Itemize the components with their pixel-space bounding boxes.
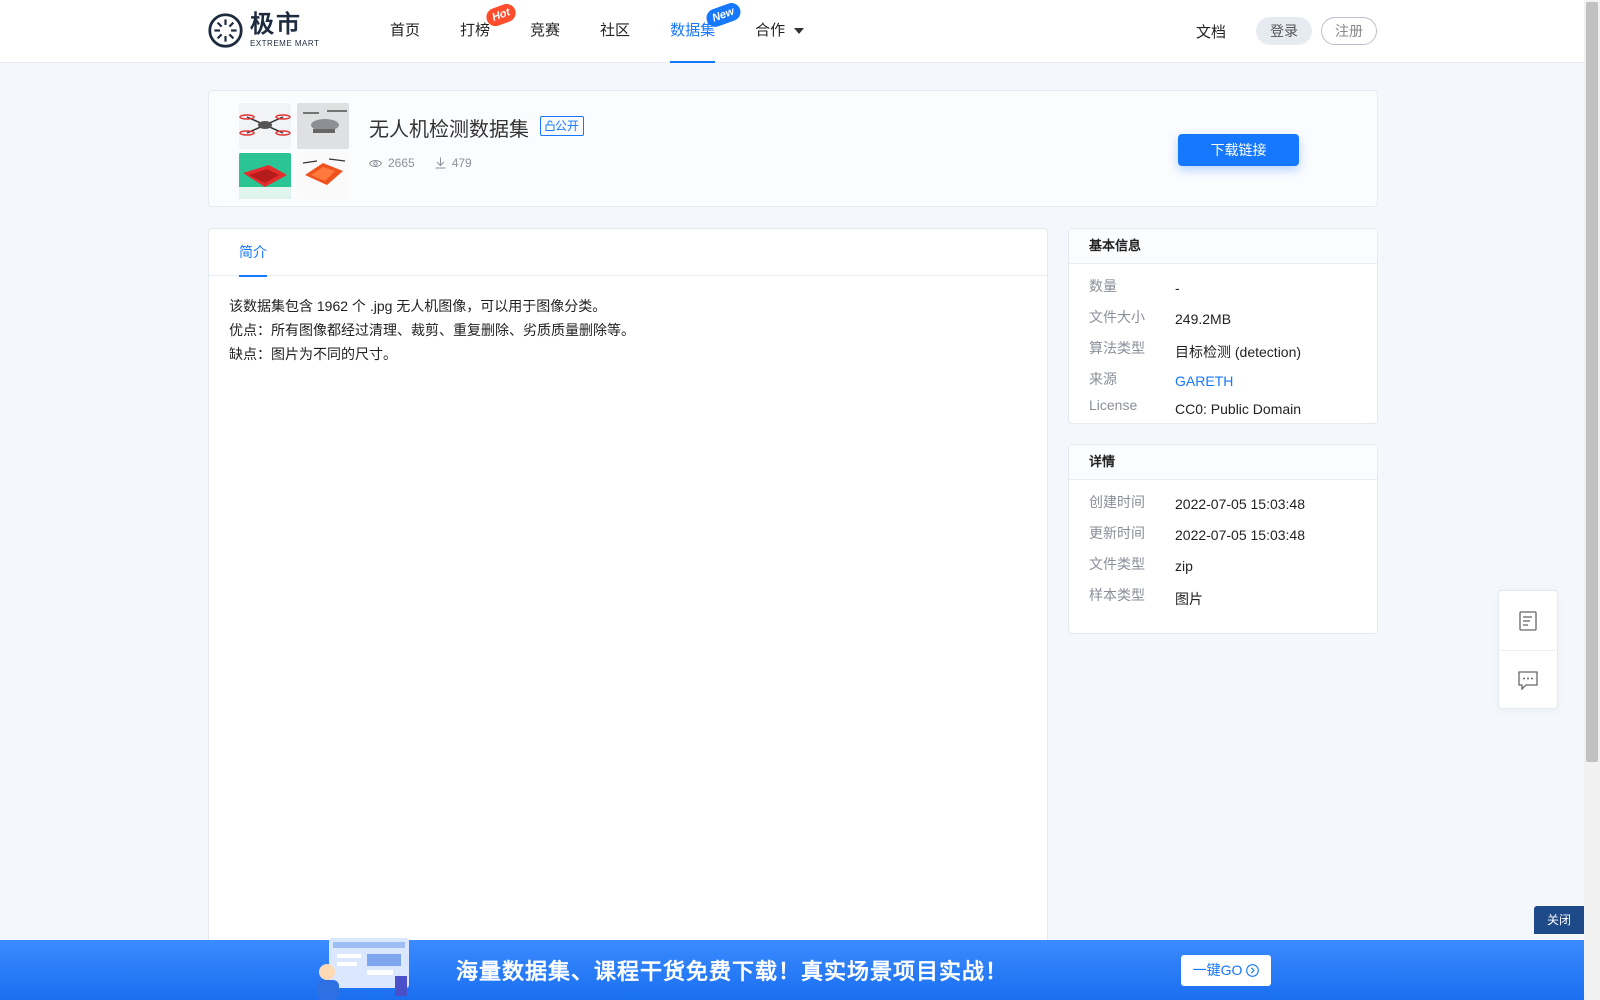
nav-item-leaderboard[interactable]: 打榜 Hot [440, 0, 519, 63]
nav-item-competition[interactable]: 竞赛 [510, 0, 580, 63]
dataset-title: 无人机检测数据集 [369, 117, 529, 141]
detail-row-sampletype: 样本类型 图片 [1089, 581, 1377, 612]
logo-text-cn: 极市 [250, 10, 302, 38]
nav-item-home[interactable]: 首页 [370, 0, 440, 63]
one-click-go-button[interactable]: 一键GO [1181, 955, 1271, 986]
description-line: 该数据集包含 1962 个 .jpg 无人机图像，可以用于图像分类。 [229, 298, 607, 314]
detail-row-created: 创建时间 2022-07-05 15:03:48 [1089, 488, 1377, 519]
nav-item-label: 竞赛 [530, 22, 561, 39]
details-panel: 详情 创建时间 2022-07-05 15:03:48 更新时间 2022-07-0… [1068, 444, 1378, 634]
drone-thumbnail [297, 153, 349, 199]
detail-key: 文件类型 [1089, 556, 1145, 572]
nav-item-community[interactable]: 社区 [580, 0, 650, 63]
visibility-badge: 公开 [540, 116, 585, 136]
login-button[interactable]: 登录 [1256, 17, 1312, 45]
dataset-intro-panel: 简介 该数据集包含 1962 个 .jpg 无人机图像，可以用于图像分类。 优点… [208, 228, 1048, 958]
nav-item-label: 打榜 [460, 22, 491, 39]
basic-info-panel: 基本信息 数量 - 文件大小 249.2MB 算法类型 目标检测 (detection… [1068, 228, 1378, 424]
source-link[interactable]: GARETH [1175, 369, 1233, 389]
tab-intro[interactable]: 简介 [239, 229, 267, 277]
detail-value: 2022-07-05 15:03:48 [1175, 527, 1305, 543]
feedback-button[interactable] [1499, 650, 1557, 709]
banner-close-button[interactable]: 关闭 [1534, 906, 1584, 934]
download-link-button[interactable]: 下载链接 [1178, 134, 1299, 166]
scrollbar-thumb[interactable] [1586, 2, 1598, 762]
info-row-size: 文件大小 249.2MB [1089, 303, 1377, 334]
info-key: 来源 [1089, 371, 1117, 387]
drone-thumbnail [297, 103, 349, 149]
views-stat: 2665 [369, 156, 415, 170]
views-count: 2665 [388, 156, 415, 170]
info-key: License [1089, 397, 1138, 413]
info-row-count: 数量 - [1089, 272, 1377, 303]
promo-banner: 海量数据集、课程干货免费下载！真实场景项目实战！ 一键GO 关闭 [0, 906, 1584, 1000]
dataset-description: 该数据集包含 1962 个 .jpg 无人机图像，可以用于图像分类。 优点：所有… [209, 276, 1047, 384]
page-scrollbar[interactable] [1584, 0, 1600, 1000]
info-row-license: License CC0: Public Domain [1089, 393, 1377, 424]
info-key: 算法类型 [1089, 340, 1145, 356]
info-value: - [1175, 280, 1180, 296]
downloads-count: 479 [451, 156, 472, 170]
info-row-source: 来源 GARETH [1089, 365, 1377, 393]
description-line: 优点：所有图像都经过清理、裁剪、重复删除、劣质质量删除等。 [229, 322, 635, 338]
nav-item-datasets[interactable]: 数据集 New [650, 0, 744, 63]
nav-item-label: 合作 [755, 22, 786, 39]
eye-icon [369, 159, 382, 167]
info-value: CC0: Public Domain [1175, 401, 1302, 417]
nav-item-cooperation[interactable]: 合作 [735, 0, 824, 63]
nav-item-label: 首页 [390, 22, 421, 39]
floating-toolbar [1498, 590, 1558, 709]
banner-text: 海量数据集、课程干货免费下载！真实场景项目实战！ [456, 959, 1009, 985]
detail-value: 2022-07-05 15:03:48 [1175, 496, 1305, 512]
drone-thumbnail [239, 153, 291, 199]
top-header: 极市 EXTREME MART 首页 打榜 Hot 竞赛 社区 数据集 New … [0, 0, 1584, 63]
description-line: 缺点：图片为不同的尺寸。 [229, 346, 397, 362]
docs-link[interactable]: 文档 [1196, 21, 1226, 42]
logo-text-en: EXTREME MART [250, 38, 320, 48]
panel-title: 基本信息 [1069, 229, 1377, 264]
arrow-circle-icon [1246, 964, 1260, 977]
unlock-icon [545, 120, 555, 131]
site-logo[interactable]: 极市 EXTREME MART [207, 12, 319, 49]
detail-key: 创建时间 [1089, 494, 1145, 510]
info-key: 数量 [1089, 278, 1117, 294]
chat-icon [1518, 670, 1538, 690]
detail-key: 更新时间 [1089, 525, 1145, 541]
dataset-stats: 2665 479 [369, 156, 492, 170]
visibility-label: 公开 [555, 119, 580, 133]
logo-mark-icon [208, 13, 243, 48]
info-value: 249.2MB [1175, 311, 1232, 327]
banner-illustration-icon [317, 938, 409, 1000]
detail-value: zip [1175, 558, 1193, 574]
document-icon [1519, 610, 1537, 631]
drone-thumbnail [239, 103, 291, 149]
register-button[interactable]: 注册 [1321, 17, 1377, 45]
info-value: 目标检测 (detection) [1175, 344, 1302, 360]
detail-key: 样本类型 [1089, 587, 1145, 603]
detail-value: 图片 [1175, 591, 1203, 607]
tab-bar: 简介 [209, 229, 1047, 277]
info-key: 文件大小 [1089, 309, 1145, 325]
notes-button[interactable] [1499, 591, 1557, 650]
dataset-header-card: 无人机检测数据集 公开 2665 479 下载链接 [208, 90, 1378, 207]
panel-title: 详情 [1069, 445, 1377, 480]
main-nav: 首页 打榜 Hot 竞赛 社区 数据集 New 合作 [370, 0, 824, 63]
download-icon [435, 157, 446, 169]
detail-row-filetype: 文件类型 zip [1089, 550, 1377, 581]
caret-down-icon [794, 28, 805, 35]
nav-item-label: 社区 [600, 22, 631, 39]
downloads-stat: 479 [435, 156, 472, 170]
detail-row-updated: 更新时间 2022-07-05 15:03:48 [1089, 519, 1377, 550]
dataset-thumbnails [239, 103, 349, 199]
info-row-algorithm: 算法类型 目标检测 (detection) [1089, 334, 1377, 365]
go-label: 一键GO [1192, 962, 1243, 978]
